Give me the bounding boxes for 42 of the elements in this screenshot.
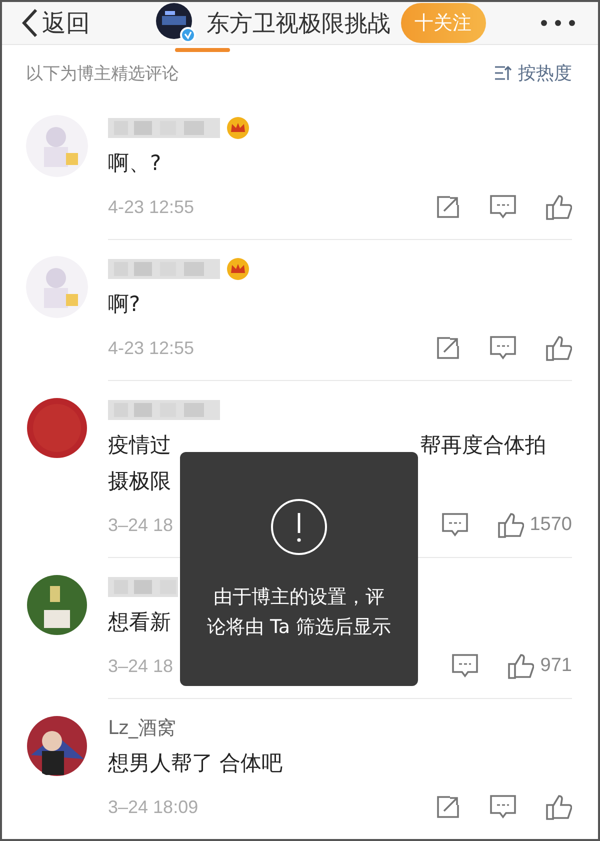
like-icon[interactable]: [546, 335, 572, 361]
toast-message: 由于博主的设置，评 论将由 Ta 筛选后显示: [206, 585, 392, 640]
tab-indicator: [175, 48, 230, 52]
comment-time: 4-23 12:55: [108, 338, 194, 358]
comment-text: 想看新: [108, 609, 172, 636]
more-icon[interactable]: [540, 19, 576, 27]
warning-icon: [270, 498, 328, 556]
comment-text: 想男人帮了 合体吧: [108, 750, 284, 777]
comment-time: 3–24 18: [108, 514, 174, 534]
comment-time: 4-23 12:55: [108, 196, 194, 216]
section-title: 以下为博主精选评论: [26, 62, 179, 84]
blurred-name-icon: [108, 259, 220, 279]
comment-icon[interactable]: [490, 336, 516, 360]
blurred-name-icon: [108, 400, 220, 420]
sort-icon: [494, 65, 512, 81]
share-icon[interactable]: [436, 795, 460, 819]
share-icon[interactable]: [436, 336, 460, 360]
comment-time: 3–24 18: [108, 656, 174, 676]
chevron-left-icon: [22, 8, 38, 38]
back-button[interactable]: 返回: [22, 7, 90, 39]
comment-text: 帮再度合体拍: [420, 432, 547, 459]
like-icon[interactable]: [498, 512, 524, 538]
comment-icon[interactable]: [490, 795, 516, 819]
like-icon[interactable]: [546, 794, 572, 820]
like-icon[interactable]: [508, 653, 534, 679]
comment-text: 摄极限: [108, 468, 172, 495]
comment-icon[interactable]: [442, 513, 468, 537]
comment-text: 啊?: [108, 291, 142, 318]
account-name: 东方卫视极限挑战: [206, 10, 390, 38]
comment-text: 啊、?: [108, 150, 162, 177]
like-count: 971: [540, 655, 572, 677]
user-name: Lz_酒窝: [108, 716, 176, 741]
comment-icon[interactable]: [452, 654, 478, 678]
like-icon[interactable]: [546, 194, 572, 220]
comment-icon[interactable]: [490, 195, 516, 219]
blurred-name-icon: [108, 118, 220, 138]
like-count: 1570: [530, 514, 572, 536]
comment-time: 3–24 18:09: [108, 796, 198, 816]
sort-button[interactable]: 按热度: [494, 61, 572, 85]
share-icon[interactable]: [436, 195, 460, 219]
comment-text: 疫情过: [108, 432, 172, 459]
blurred-name-icon: [108, 577, 178, 597]
